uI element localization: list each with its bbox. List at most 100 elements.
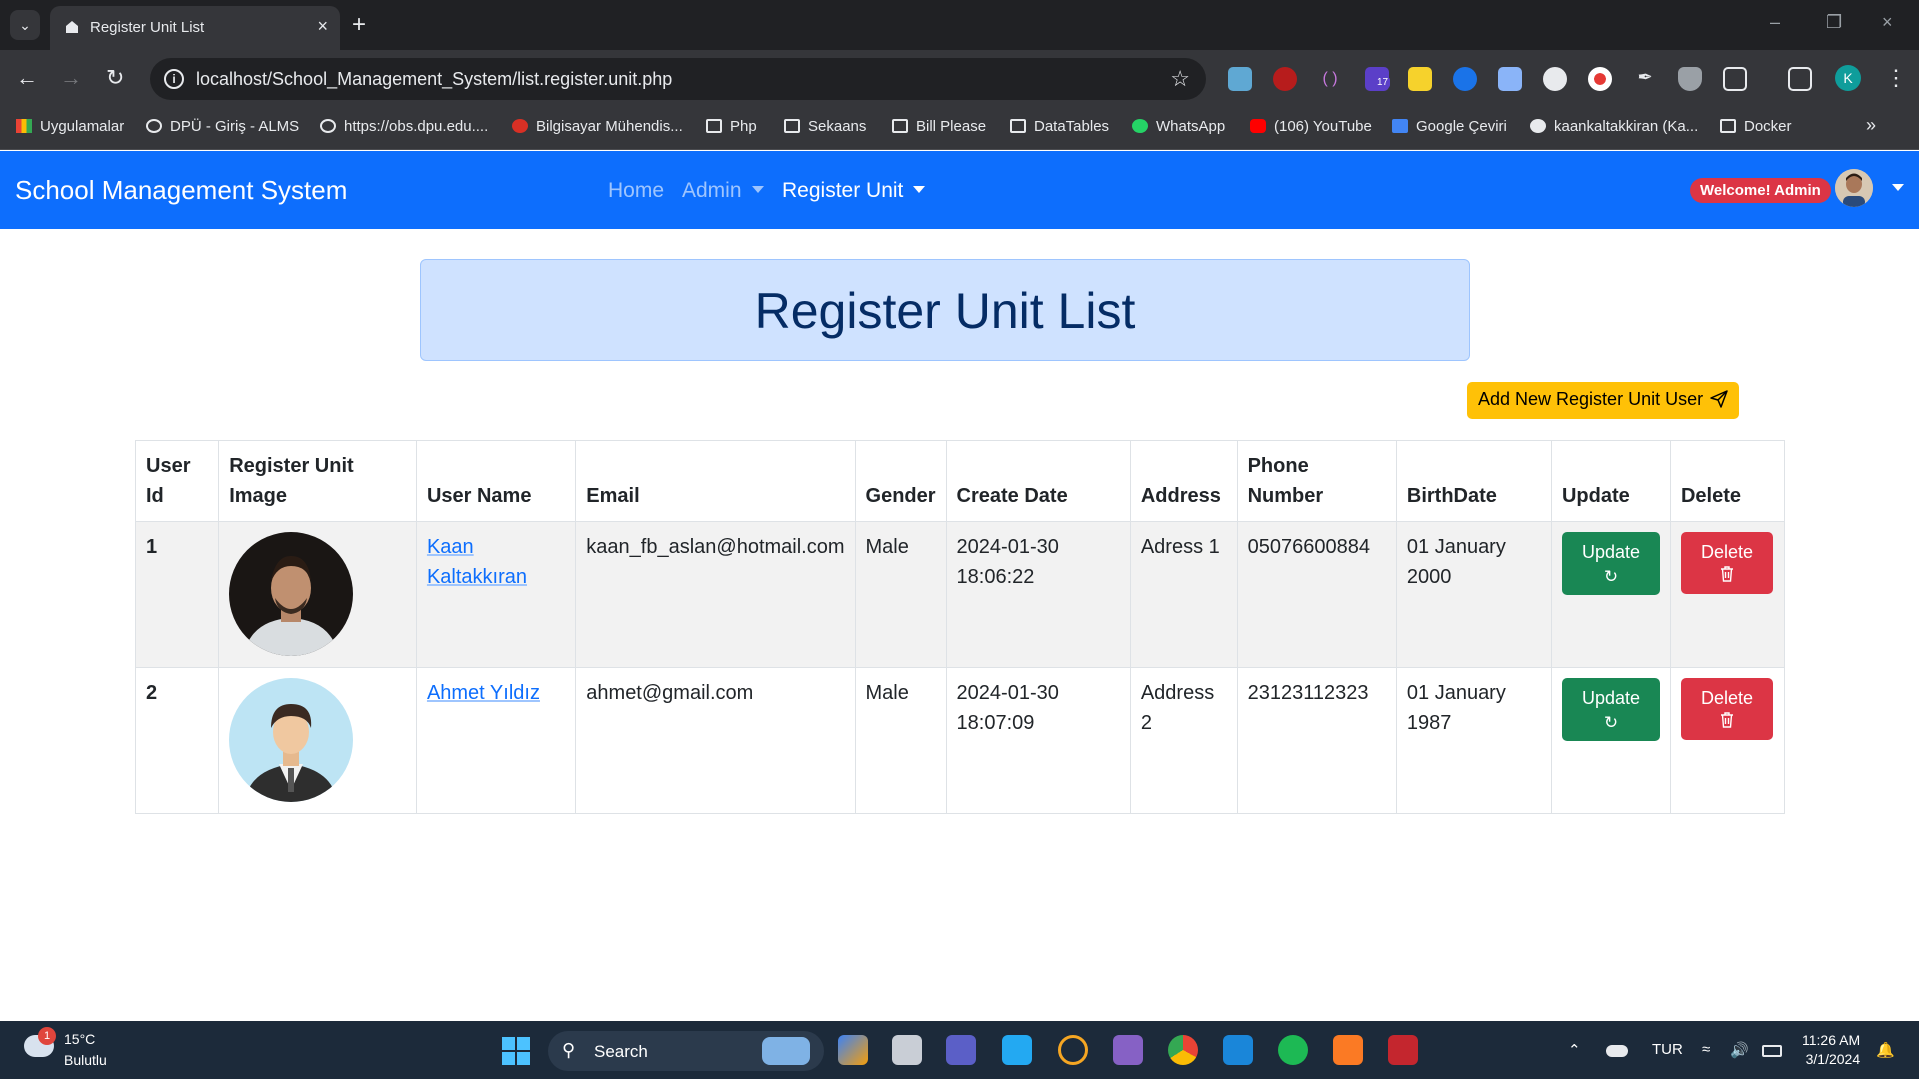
copilot-app-icon[interactable] bbox=[838, 1035, 868, 1065]
navbar-brand[interactable]: School Management System bbox=[15, 175, 347, 206]
menu-kebab-icon[interactable]: ⋮ bbox=[1885, 64, 1907, 92]
shield-icon[interactable] bbox=[1678, 67, 1702, 91]
mail-icon[interactable] bbox=[1223, 1035, 1253, 1065]
ublock-icon[interactable] bbox=[1273, 67, 1297, 91]
windows-taskbar: 1 15°C Bulutlu ⚲ Search ⌃ TUR ≈ 🔊 11:26 … bbox=[0, 1021, 1919, 1079]
extension-doc-icon[interactable] bbox=[1498, 67, 1522, 91]
taskbar-search[interactable]: ⚲ Search bbox=[548, 1031, 824, 1071]
teams-icon[interactable] bbox=[946, 1035, 976, 1065]
spotify-icon[interactable] bbox=[1278, 1035, 1308, 1065]
system-clock[interactable]: 11:26 AM 3/1/2024 bbox=[1802, 1031, 1860, 1069]
address-bar[interactable]: i localhost/School_Management_System/lis… bbox=[150, 58, 1206, 100]
new-tab-icon[interactable]: + bbox=[352, 10, 366, 40]
column-header: Delete bbox=[1669, 440, 1786, 522]
bookmarks-bar: Uygulamalar DPÜ - Giriş - ALMS https://o… bbox=[0, 108, 1919, 150]
bookmark-item[interactable]: DataTables bbox=[1010, 118, 1109, 135]
extension-circle-icon[interactable] bbox=[1543, 67, 1567, 91]
site-icon bbox=[512, 119, 528, 133]
bookmark-item[interactable]: Google Çeviri bbox=[1392, 118, 1507, 135]
delete-button[interactable]: Delete bbox=[1680, 532, 1773, 594]
app-icon[interactable] bbox=[1388, 1035, 1418, 1065]
profile-avatar[interactable]: K bbox=[1835, 65, 1861, 91]
volume-icon[interactable]: 🔊 bbox=[1730, 1041, 1749, 1059]
bookmark-item[interactable]: kaankaltakkiran (Ka... bbox=[1530, 118, 1698, 135]
weather-temperature[interactable]: 15°C bbox=[64, 1031, 95, 1047]
nav-link-home[interactable]: Home bbox=[608, 179, 664, 203]
notifications-bell-icon[interactable]: 🔔 bbox=[1876, 1041, 1895, 1059]
add-register-unit-button[interactable]: Add New Register Unit User bbox=[1467, 382, 1740, 419]
nav-dropdown-admin[interactable]: Admin bbox=[682, 179, 764, 203]
extension-brackets-icon[interactable]: ( ) bbox=[1318, 67, 1342, 91]
nav-dropdown-register-unit[interactable]: Register Unit bbox=[782, 179, 926, 203]
visual-studio-icon[interactable] bbox=[1113, 1035, 1143, 1065]
user-id-cell: 2 bbox=[134, 667, 220, 814]
url-text[interactable]: localhost/School_Management_System/list.… bbox=[196, 69, 672, 90]
extension-w-icon[interactable] bbox=[1408, 67, 1432, 91]
side-panel-icon[interactable] bbox=[1788, 67, 1812, 91]
bookmark-item[interactable]: Docker bbox=[1720, 118, 1792, 135]
back-icon[interactable]: ← bbox=[16, 64, 38, 92]
onedrive-icon[interactable] bbox=[1606, 1045, 1628, 1057]
tab-title: Register Unit List bbox=[90, 19, 205, 36]
folder-icon bbox=[784, 119, 800, 133]
user-name-link[interactable]: Ahmet Yıldız bbox=[427, 682, 540, 704]
avatar-dropdown-icon[interactable] bbox=[1892, 184, 1904, 191]
bookmark-item[interactable]: (106) YouTube bbox=[1250, 118, 1372, 135]
language-indicator[interactable]: TUR bbox=[1652, 1041, 1683, 1058]
user-id-cell: 1 bbox=[134, 521, 220, 668]
weather-condition[interactable]: Bulutlu bbox=[64, 1052, 107, 1068]
site-info-icon[interactable]: i bbox=[164, 69, 184, 89]
bookmark-item[interactable]: WhatsApp bbox=[1132, 118, 1225, 135]
chrome-icon[interactable] bbox=[1168, 1035, 1198, 1065]
wifi-icon[interactable]: ≈ bbox=[1702, 1041, 1710, 1058]
birthdate-cell: 01 January 2000 bbox=[1395, 521, 1552, 668]
delete-button[interactable]: Delete bbox=[1680, 678, 1773, 740]
more-bookmarks-icon[interactable]: » bbox=[1866, 115, 1876, 136]
close-window-icon[interactable]: × bbox=[1882, 12, 1893, 33]
browser-tab-active[interactable]: Register Unit List × bbox=[50, 6, 340, 50]
extension-edge-icon[interactable] bbox=[1453, 67, 1477, 91]
user-avatar[interactable] bbox=[1835, 169, 1873, 207]
welcome-badge: Welcome! Admin bbox=[1690, 178, 1831, 203]
site-navbar: School Management System Home Admin Regi… bbox=[0, 151, 1919, 229]
extensions-puzzle-icon[interactable] bbox=[1723, 67, 1747, 91]
bookmark-item[interactable]: Uygulamalar bbox=[16, 118, 124, 135]
chevron-down-icon bbox=[751, 186, 764, 193]
extension-record-icon[interactable] bbox=[1588, 67, 1612, 91]
tab-search-icon[interactable]: ⌄ bbox=[10, 10, 40, 40]
tab-close-icon[interactable]: × bbox=[317, 16, 328, 37]
reload-icon[interactable]: ↻ bbox=[106, 64, 124, 92]
tray-overflow-icon[interactable]: ⌃ bbox=[1568, 1041, 1581, 1059]
battery-icon[interactable] bbox=[1762, 1045, 1782, 1057]
postman-icon[interactable] bbox=[1058, 1035, 1088, 1065]
vscode-icon[interactable] bbox=[1002, 1035, 1032, 1065]
update-button[interactable]: Update ↻ bbox=[1561, 532, 1660, 595]
bookmark-item[interactable]: Sekaans bbox=[784, 118, 866, 135]
extension-pen-icon[interactable] bbox=[1228, 67, 1252, 91]
bookmark-item[interactable]: https://obs.dpu.edu.... bbox=[320, 118, 488, 135]
restore-icon[interactable]: ❐ bbox=[1826, 12, 1842, 33]
address-cell: Adress 1 bbox=[1129, 521, 1238, 668]
forward-icon[interactable]: → bbox=[60, 64, 82, 92]
xampp-icon[interactable] bbox=[1333, 1035, 1363, 1065]
task-view-icon[interactable] bbox=[892, 1035, 922, 1065]
eyedropper-icon[interactable]: ✒ bbox=[1633, 67, 1657, 91]
user-name-link[interactable]: Kaan Kaltakkıran bbox=[427, 536, 527, 588]
bookmark-star-icon[interactable]: ☆ bbox=[1170, 66, 1190, 92]
table-row: 2 Ahmet Yıldız ahmet@gmail.com Male 2024… bbox=[134, 667, 1786, 814]
apps-grid-icon bbox=[16, 119, 32, 133]
chevron-down-icon bbox=[913, 186, 926, 193]
bookmark-item[interactable]: Php bbox=[706, 118, 757, 135]
extension-badge-icon[interactable]: 17 bbox=[1365, 67, 1391, 91]
bookmark-item[interactable]: Bilgisayar Mühendis... bbox=[512, 118, 683, 135]
phone-cell: 05076600884 bbox=[1236, 521, 1397, 668]
update-button[interactable]: Update ↻ bbox=[1561, 678, 1660, 741]
bookmark-item[interactable]: Bill Please bbox=[892, 118, 986, 135]
bookmark-item[interactable]: DPÜ - Giriş - ALMS bbox=[146, 118, 299, 135]
browser-tab-strip: ⌄ Register Unit List × + – ❐ × bbox=[0, 0, 1919, 50]
page-title-banner: Register Unit List bbox=[420, 259, 1470, 361]
refresh-icon: ↻ bbox=[1603, 567, 1619, 586]
user-photo-icon bbox=[1835, 169, 1873, 207]
minimize-icon[interactable]: – bbox=[1770, 12, 1780, 33]
windows-start-icon[interactable] bbox=[502, 1037, 530, 1065]
